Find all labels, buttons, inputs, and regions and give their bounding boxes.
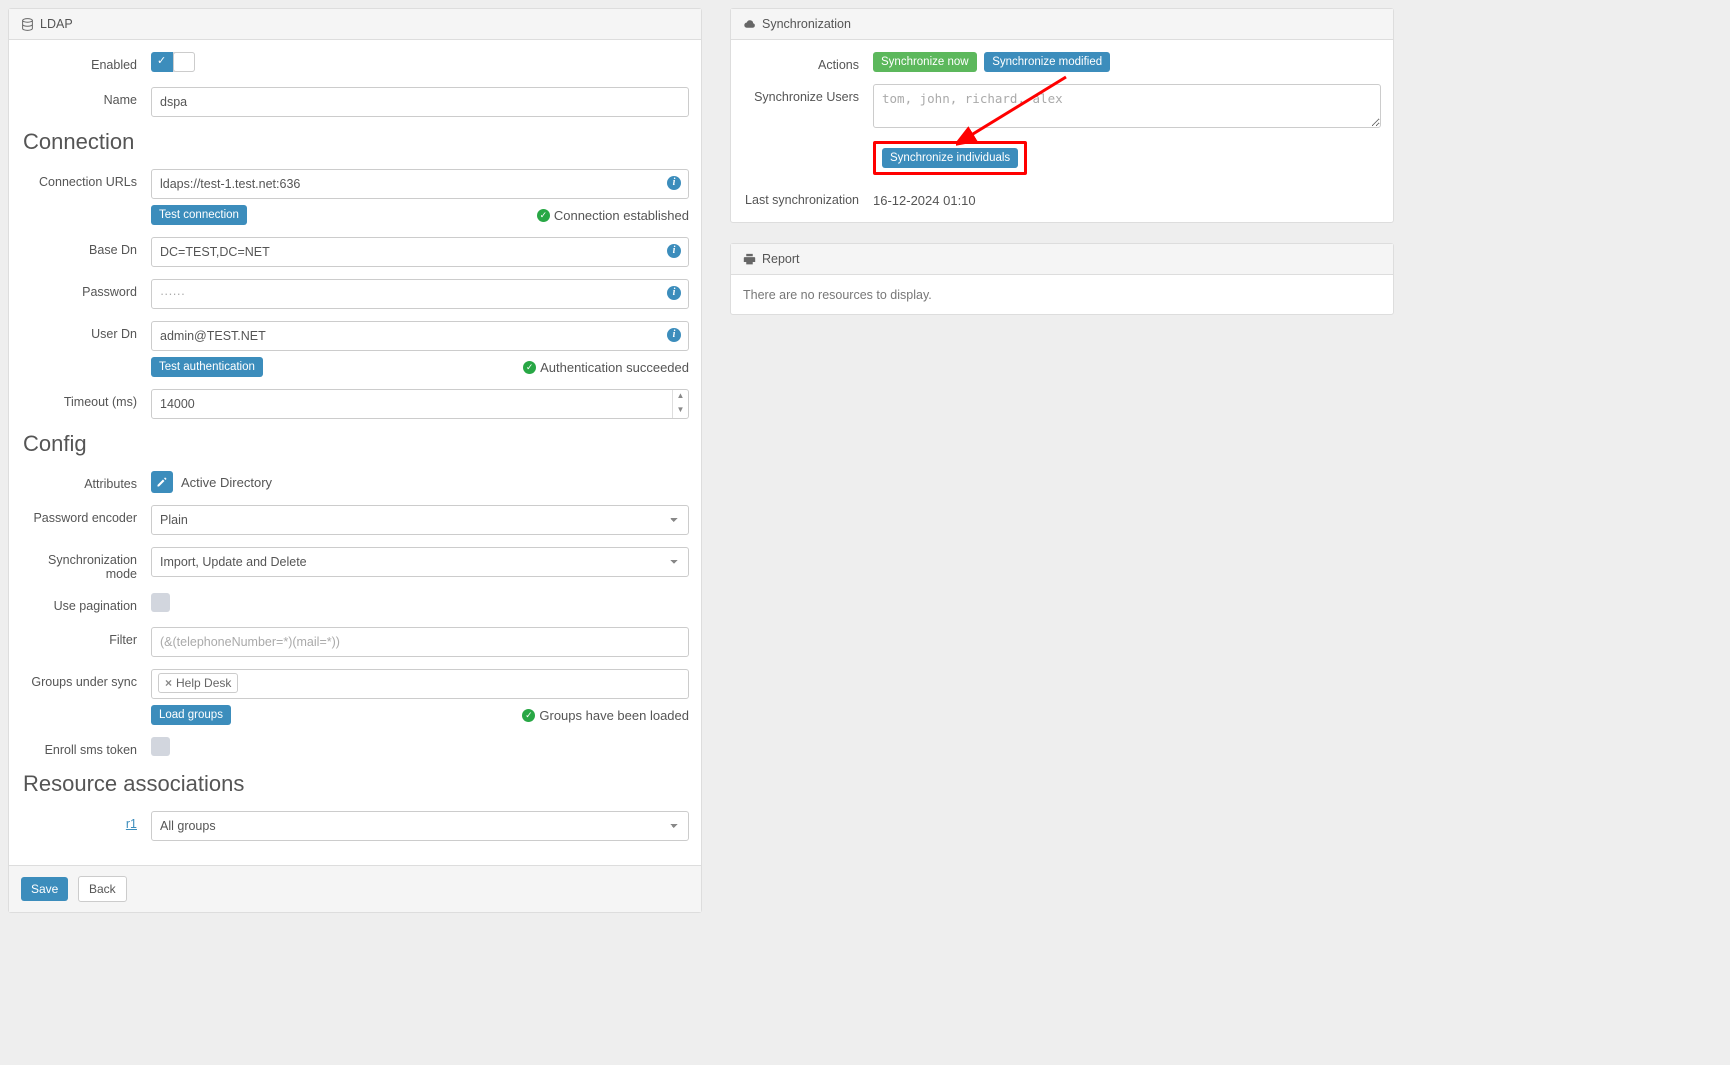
connection-status-text: Connection established — [554, 208, 689, 223]
groups-status-text: Groups have been loaded — [539, 708, 689, 723]
spinner-up-icon[interactable]: ▲ — [673, 390, 688, 404]
group-tag[interactable]: ×Help Desk — [158, 673, 238, 693]
synchronize-individuals-button[interactable]: Synchronize individuals — [882, 148, 1018, 168]
sync-panel-title: Synchronization — [762, 17, 851, 31]
auth-status-text: Authentication succeeded — [540, 360, 689, 375]
report-panel-title: Report — [762, 252, 800, 266]
r1-link[interactable]: r1 — [126, 817, 137, 831]
sync-panel-header: Synchronization — [731, 9, 1393, 40]
check-icon: ✓ — [522, 709, 535, 722]
r1-select[interactable]: All groups — [151, 811, 689, 841]
user-dn-input[interactable] — [151, 321, 689, 351]
enroll-sms-checkbox[interactable] — [151, 737, 170, 756]
timeout-label: Timeout (ms) — [21, 389, 151, 409]
sync-users-label: Synchronize Users — [743, 84, 873, 104]
groups-under-sync-label: Groups under sync — [21, 669, 151, 689]
highlight-annotation: Synchronize individuals — [873, 141, 1027, 175]
use-pagination-checkbox[interactable] — [151, 593, 170, 612]
connection-urls-input[interactable] — [151, 169, 689, 199]
report-empty-text: There are no resources to display. — [743, 288, 932, 302]
load-groups-button[interactable]: Load groups — [151, 705, 231, 725]
use-pagination-label: Use pagination — [21, 593, 151, 613]
attributes-value: Active Directory — [181, 475, 272, 490]
filter-label: Filter — [21, 627, 151, 647]
last-sync-value: 16-12-2024 01:10 — [873, 193, 976, 208]
synchronize-now-button[interactable]: Synchronize now — [873, 52, 977, 72]
password-encoder-label: Password encoder — [21, 505, 151, 525]
password-label: Password — [21, 279, 151, 299]
last-sync-label: Last synchronization — [743, 187, 873, 207]
database-icon — [21, 18, 34, 31]
ldap-panel-header: LDAP — [9, 9, 701, 40]
filter-input[interactable] — [151, 627, 689, 657]
config-heading: Config — [21, 431, 689, 457]
edit-attributes-button[interactable] — [151, 471, 173, 493]
info-icon[interactable]: i — [667, 244, 681, 258]
test-connection-button[interactable]: Test connection — [151, 205, 247, 225]
resource-assoc-heading: Resource associations — [21, 771, 689, 797]
pencil-icon — [156, 476, 168, 488]
sync-mode-label: Synchronization mode — [21, 547, 151, 581]
ldap-panel: LDAP Enabled Name Connection — [8, 8, 702, 913]
enabled-label: Enabled — [21, 52, 151, 72]
ldap-footer: Save Back — [9, 865, 701, 912]
spinner-down-icon[interactable]: ▼ — [673, 404, 688, 418]
base-dn-label: Base Dn — [21, 237, 151, 257]
info-icon[interactable]: i — [667, 328, 681, 342]
report-panel-header: Report — [731, 244, 1393, 275]
test-authentication-button[interactable]: Test authentication — [151, 357, 263, 377]
synchronize-modified-button[interactable]: Synchronize modified — [984, 52, 1110, 72]
timeout-input[interactable] — [151, 389, 689, 419]
info-icon[interactable]: i — [667, 286, 681, 300]
cloud-icon — [743, 18, 756, 31]
password-encoder-select[interactable]: Plain — [151, 505, 689, 535]
check-icon: ✓ — [523, 361, 536, 374]
password-input[interactable] — [151, 279, 689, 309]
sync-panel: Synchronization Actions Synchronize now … — [730, 8, 1394, 223]
name-label: Name — [21, 87, 151, 107]
save-button[interactable]: Save — [21, 877, 68, 901]
base-dn-input[interactable] — [151, 237, 689, 267]
actions-label: Actions — [743, 52, 873, 72]
report-panel: Report There are no resources to display… — [730, 243, 1394, 315]
info-icon[interactable]: i — [667, 176, 681, 190]
name-input[interactable] — [151, 87, 689, 117]
connection-heading: Connection — [21, 129, 689, 155]
attributes-label: Attributes — [21, 471, 151, 491]
enabled-toggle[interactable] — [151, 52, 195, 72]
ldap-panel-title: LDAP — [40, 17, 73, 31]
user-dn-label: User Dn — [21, 321, 151, 341]
groups-input[interactable]: ×Help Desk — [151, 669, 689, 699]
back-button[interactable]: Back — [78, 876, 127, 902]
enroll-sms-label: Enroll sms token — [21, 737, 151, 757]
print-icon — [743, 253, 756, 266]
check-icon: ✓ — [537, 209, 550, 222]
sync-mode-select[interactable]: Import, Update and Delete — [151, 547, 689, 577]
connection-urls-label: Connection URLs — [21, 169, 151, 189]
sync-users-textarea[interactable] — [873, 84, 1381, 128]
remove-tag-icon[interactable]: × — [165, 676, 172, 690]
